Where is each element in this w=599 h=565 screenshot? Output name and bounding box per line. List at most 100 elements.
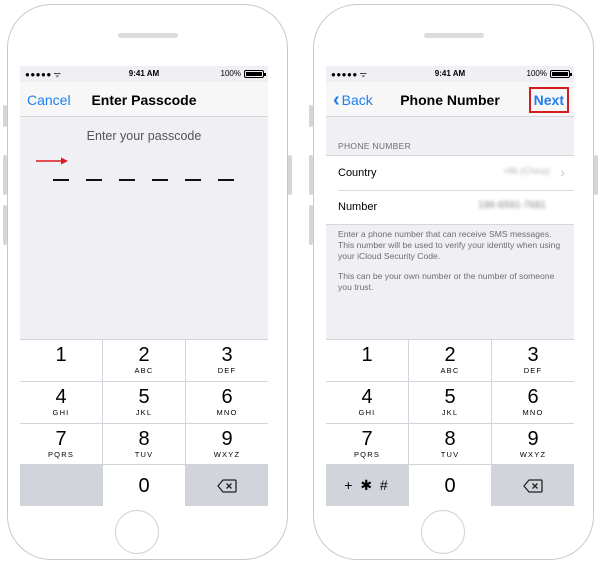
key-4[interactable]: 4 GHI	[20, 381, 102, 423]
home-button[interactable]	[115, 510, 159, 554]
battery-icon	[244, 69, 266, 78]
key-6[interactable]: 6 MNO	[492, 381, 574, 423]
passcode-field[interactable]	[53, 179, 234, 181]
battery-icon	[550, 69, 572, 78]
passcode-digit-slot	[152, 179, 168, 181]
passcode-digit-slot	[218, 179, 234, 181]
passcode-digit-slot	[185, 179, 201, 181]
key-digit: 4	[361, 386, 373, 409]
key-letters: DEF	[217, 366, 237, 376]
key-symbols-label: + ✱ #	[344, 477, 390, 494]
battery-percent: 100%	[220, 69, 241, 78]
numeric-keypad: 1 2 ABC 3 DEF 4 GHI 5 JKL 6 MNO 7 PQRS 8 TUV 9 WXYZ 0	[20, 339, 268, 506]
key-7[interactable]: 7 PQRS	[326, 423, 408, 465]
help-text: Enter a phone number that can receive SM…	[338, 229, 561, 261]
key-7[interactable]: 7 PQRS	[20, 423, 102, 465]
key-empty	[20, 465, 102, 506]
left-phone: ●●●●● ᯤ 9:41 AM 100% Cancel Enter Passco…	[3, 4, 292, 560]
key-1[interactable]: 1	[326, 340, 408, 381]
key-letters: WXYZ	[213, 449, 241, 459]
key-letters: PQRS	[353, 449, 381, 459]
key-letters: MNO	[216, 408, 238, 418]
status-bar: ●●●●● ᯤ 9:41 AM 100%	[20, 66, 268, 82]
number-row[interactable]: Number 186-6591-7681	[326, 190, 574, 224]
key-letters: PQRS	[47, 449, 75, 459]
key-letters: TUV	[440, 449, 460, 459]
passcode-digit-slot	[86, 179, 102, 181]
phone-number-form: Country +86 (China) › Number 186-6591-76…	[326, 155, 574, 225]
key-digit: 1	[361, 344, 373, 367]
battery-percent: 100%	[526, 69, 547, 78]
speaker-grille	[424, 33, 484, 38]
country-row[interactable]: Country +86 (China) ›	[326, 156, 574, 190]
mute-switch	[309, 105, 313, 127]
key-letters: JKL	[135, 408, 153, 418]
key-digit: 7	[361, 427, 373, 450]
page-title: Enter Passcode	[91, 92, 197, 108]
chevron-right-icon: ›	[560, 164, 565, 180]
next-button[interactable]: Next	[528, 87, 569, 113]
number-label: Number	[338, 201, 378, 213]
key-digit: 9	[221, 427, 233, 450]
country-value: +86 (China)	[502, 166, 550, 176]
speaker-grille	[118, 33, 178, 38]
key-3[interactable]: 3 DEF	[492, 340, 574, 381]
passcode-digit-slot	[119, 179, 135, 181]
key-letters: ABC	[440, 366, 460, 376]
delete-button[interactable]	[492, 465, 574, 506]
nav-bar: Cancel Enter Passcode	[20, 82, 268, 117]
status-bar: ●●●●● ᯤ 9:41 AM 100%	[326, 66, 574, 82]
key-digit: 3	[221, 344, 233, 367]
numeric-keypad: 1 2 ABC 3 DEF 4 GHI 5 JKL 6 MNO 7 PQRS 8 TUV 9 WXYZ + ✱ #…	[326, 339, 574, 506]
key-8[interactable]: 8 TUV	[103, 423, 185, 465]
key-digit: 8	[138, 427, 150, 450]
key-digit: 3	[527, 344, 539, 367]
key-digit: 6	[221, 386, 233, 409]
home-button[interactable]	[421, 510, 465, 554]
power-button	[288, 155, 292, 195]
section-header: PHONE NUMBER	[338, 141, 412, 151]
phone-number-screen: ●●●●● ᯤ 9:41 AM 100% ‹ Back Phone Number…	[326, 66, 574, 506]
key-5[interactable]: 5 JKL	[409, 381, 491, 423]
key-5[interactable]: 5 JKL	[103, 381, 185, 423]
key-9[interactable]: 9 WXYZ	[492, 423, 574, 465]
help-text-secondary: This can be your own number or the numbe…	[338, 271, 555, 292]
key-0[interactable]: 0	[409, 465, 491, 506]
key-4[interactable]: 4 GHI	[326, 381, 408, 423]
volume-down-button	[309, 205, 313, 245]
volume-up-button	[3, 155, 7, 195]
key-0[interactable]: 0	[103, 465, 185, 506]
key-letters: JKL	[441, 408, 459, 418]
right-phone: ●●●●● ᯤ 9:41 AM 100% ‹ Back Phone Number…	[309, 4, 598, 560]
key-letters: WXYZ	[519, 449, 547, 459]
key-symbols[interactable]: + ✱ #	[326, 465, 408, 506]
country-label: Country	[338, 167, 377, 179]
key-letters: DEF	[523, 366, 543, 376]
key-2[interactable]: 2 ABC	[409, 340, 491, 381]
key-digit: 0	[444, 474, 456, 497]
key-digit: 6	[527, 386, 539, 409]
key-2[interactable]: 2 ABC	[103, 340, 185, 381]
key-digit: 7	[55, 427, 67, 450]
key-digit: 9	[527, 427, 539, 450]
key-letters: GHI	[358, 408, 376, 418]
volume-up-button	[309, 155, 313, 195]
passcode-digit-slot	[53, 179, 69, 181]
passcode-screen: ●●●●● ᯤ 9:41 AM 100% Cancel Enter Passco…	[20, 66, 268, 506]
delete-button[interactable]	[186, 465, 268, 506]
key-digit: 5	[444, 386, 456, 409]
key-8[interactable]: 8 TUV	[409, 423, 491, 465]
key-digit: 1	[55, 344, 67, 367]
key-digit: 8	[444, 427, 456, 450]
passcode-prompt: Enter your passcode	[86, 129, 202, 143]
key-1[interactable]: 1	[20, 340, 102, 381]
key-6[interactable]: 6 MNO	[186, 381, 268, 423]
key-9[interactable]: 9 WXYZ	[186, 423, 268, 465]
mute-switch	[3, 105, 7, 127]
delete-icon	[217, 478, 237, 493]
key-digit: 4	[55, 386, 67, 409]
number-field[interactable]: 186-6591-7681	[478, 200, 546, 211]
key-letters: GHI	[52, 408, 70, 418]
key-3[interactable]: 3 DEF	[186, 340, 268, 381]
key-digit: 0	[138, 474, 150, 497]
